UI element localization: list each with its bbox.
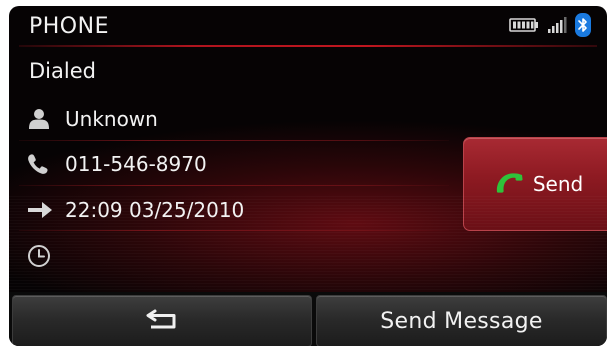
contact-row: Unknown [23,102,158,136]
send-message-button[interactable]: Send Message [316,295,607,346]
phone-handset-icon [23,153,65,175]
call-timestamp: 22:09 03/25/2010 [65,198,245,222]
call-status: Dialed [29,59,96,83]
clock-icon [23,244,65,268]
contact-name: Unknown [65,107,158,131]
status-icons [509,13,591,41]
row-divider [19,140,449,141]
title-divider [19,45,597,47]
phone-screen: PHONE Dialed Unknown 011-546-8970 22:09 … [9,6,607,346]
page-title: PHONE [29,14,109,39]
row-divider [19,230,449,231]
send-button-label: Send [532,172,584,196]
duration-row [23,239,65,273]
outgoing-arrow-icon [23,200,65,220]
bluetooth-icon [575,13,591,41]
send-message-label: Send Message [380,308,543,334]
signal-icon [547,16,567,38]
send-button[interactable]: Send [463,137,607,231]
time-row: 22:09 03/25/2010 [23,193,244,227]
phone-number: 011-546-8970 [65,152,207,176]
person-icon [23,108,65,130]
green-handset-icon [495,170,525,198]
back-button[interactable] [12,295,312,346]
back-arrow-icon [144,307,180,335]
row-divider [19,185,449,186]
number-row: 011-546-8970 [23,147,207,181]
battery-icon [509,17,539,37]
